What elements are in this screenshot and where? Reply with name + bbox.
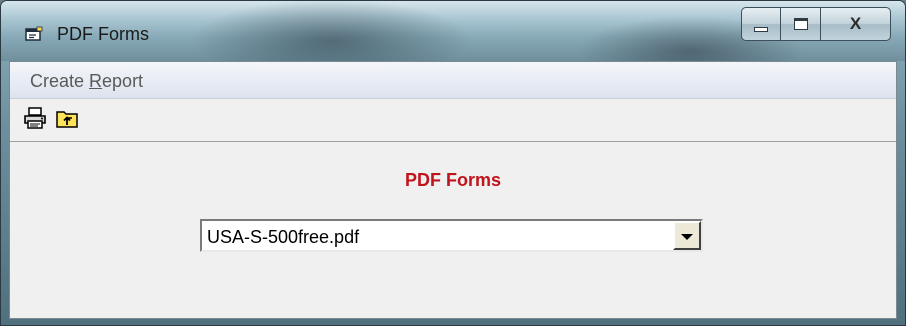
caption-buttons: X [741, 7, 891, 41]
title-bar[interactable]: PDF Forms X [1, 1, 905, 61]
dropdown-value: USA-S-500free.pdf [207, 227, 360, 247]
dropdown-arrow-button[interactable] [673, 221, 701, 250]
minimize-icon [754, 26, 768, 32]
app-icon[interactable] [25, 26, 43, 42]
chevron-down-icon [681, 233, 693, 240]
menu-label-prefix: Create [30, 71, 90, 91]
app-window: PDF Forms X Create Report PDF Forms USA-… [0, 0, 906, 326]
window-title: PDF Forms [57, 24, 149, 44]
pdf-file-dropdown[interactable]: USA-S-500free.pdf [200, 219, 703, 252]
folder-up-icon [56, 111, 78, 128]
minimize-button[interactable] [741, 7, 781, 41]
open-folder-button[interactable] [54, 106, 80, 130]
client-area: Create Report PDF Forms USA-S-500free.pd… [9, 61, 897, 319]
maximize-button[interactable] [781, 7, 821, 41]
close-button[interactable]: X [821, 7, 891, 41]
menu-create-report[interactable]: Create Report [30, 71, 143, 92]
menu-bar: Create Report [10, 62, 896, 99]
form-heading: PDF Forms [404, 170, 501, 190]
print-button[interactable] [22, 106, 48, 130]
close-icon: X [849, 14, 862, 33]
menu-label-accelerator: R [89, 71, 103, 91]
menu-label-rest: eport [102, 71, 144, 91]
maximize-icon [793, 18, 808, 30]
form-panel: PDF Forms USA-S-500free.pdf [10, 141, 896, 319]
printer-icon [24, 107, 46, 129]
